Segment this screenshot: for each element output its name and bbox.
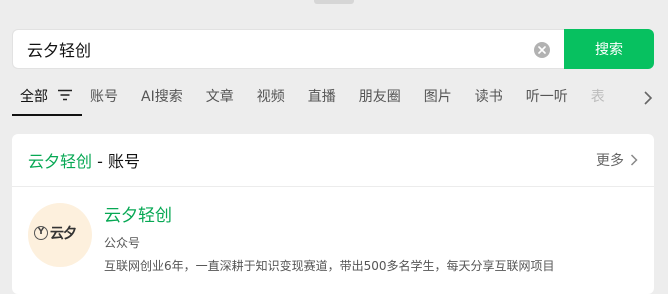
search-input[interactable] bbox=[27, 30, 507, 68]
account-type: 公众号 bbox=[104, 236, 141, 250]
tab-accounts[interactable]: 账号 bbox=[90, 82, 118, 112]
tab-listen[interactable]: 听一听 bbox=[526, 82, 568, 112]
section-title-keyword: 云夕轻创 bbox=[28, 152, 93, 171]
section-header: 云夕轻创 - 账号 更多 bbox=[12, 134, 654, 187]
account-info: 云夕轻创 公众号 互联网创业6年，一直深耕于知识变现赛道，带出500多名学生，每… bbox=[104, 201, 634, 274]
section-title: 云夕轻创 - 账号 bbox=[28, 148, 140, 172]
tab-ai-search[interactable]: AI搜索 bbox=[141, 82, 183, 112]
tab-books[interactable]: 读书 bbox=[475, 82, 503, 112]
top-drag-handle[interactable] bbox=[314, 0, 354, 4]
tab-more-partial[interactable]: 表 bbox=[591, 82, 605, 112]
tab-live[interactable]: 直播 bbox=[308, 82, 336, 112]
chevron-right-icon bbox=[630, 154, 638, 166]
account-name[interactable]: 云夕轻创 bbox=[104, 201, 634, 226]
tab-images[interactable]: 图片 bbox=[424, 82, 452, 112]
avatar-logo-text: 云夕 bbox=[50, 226, 77, 242]
filter-tabs: 全部 账号 AI搜索 文章 视频 直播 朋友圈 图片 读书 听一听 表 bbox=[12, 82, 668, 116]
tab-videos[interactable]: 视频 bbox=[257, 82, 285, 112]
tab-moments[interactable]: 朋友圈 bbox=[359, 82, 401, 112]
search-button[interactable]: 搜索 bbox=[564, 29, 654, 69]
avatar-logo-mark: Y bbox=[34, 226, 48, 240]
account-description: 互联网创业6年，一直深耕于知识变现赛道，带出500多名学生，每天分享互联网项目 bbox=[104, 259, 555, 273]
account-result-item[interactable]: Y 云夕 云夕轻创 公众号 互联网创业6年，一直深耕于知识变现赛道，带出500多… bbox=[12, 187, 654, 274]
accounts-section-card: 云夕轻创 - 账号 更多 Y 云夕 云夕轻创 公众号 互联网创业6年，一直深耕于… bbox=[12, 134, 654, 294]
more-link-label: 更多 bbox=[596, 153, 624, 169]
filter-icon[interactable] bbox=[58, 82, 72, 112]
account-avatar[interactable]: Y 云夕 bbox=[28, 203, 92, 267]
search-bar: 搜索 bbox=[12, 29, 654, 69]
tab-articles[interactable]: 文章 bbox=[206, 82, 234, 112]
tabs-scroll-right-icon[interactable] bbox=[638, 88, 658, 108]
tab-all[interactable]: 全部 bbox=[12, 82, 82, 116]
section-title-suffix: - 账号 bbox=[92, 152, 140, 171]
tab-all-label: 全部 bbox=[20, 89, 48, 105]
clear-search-icon[interactable] bbox=[534, 42, 550, 58]
more-link[interactable]: 更多 bbox=[596, 150, 638, 170]
search-box[interactable] bbox=[12, 29, 564, 69]
